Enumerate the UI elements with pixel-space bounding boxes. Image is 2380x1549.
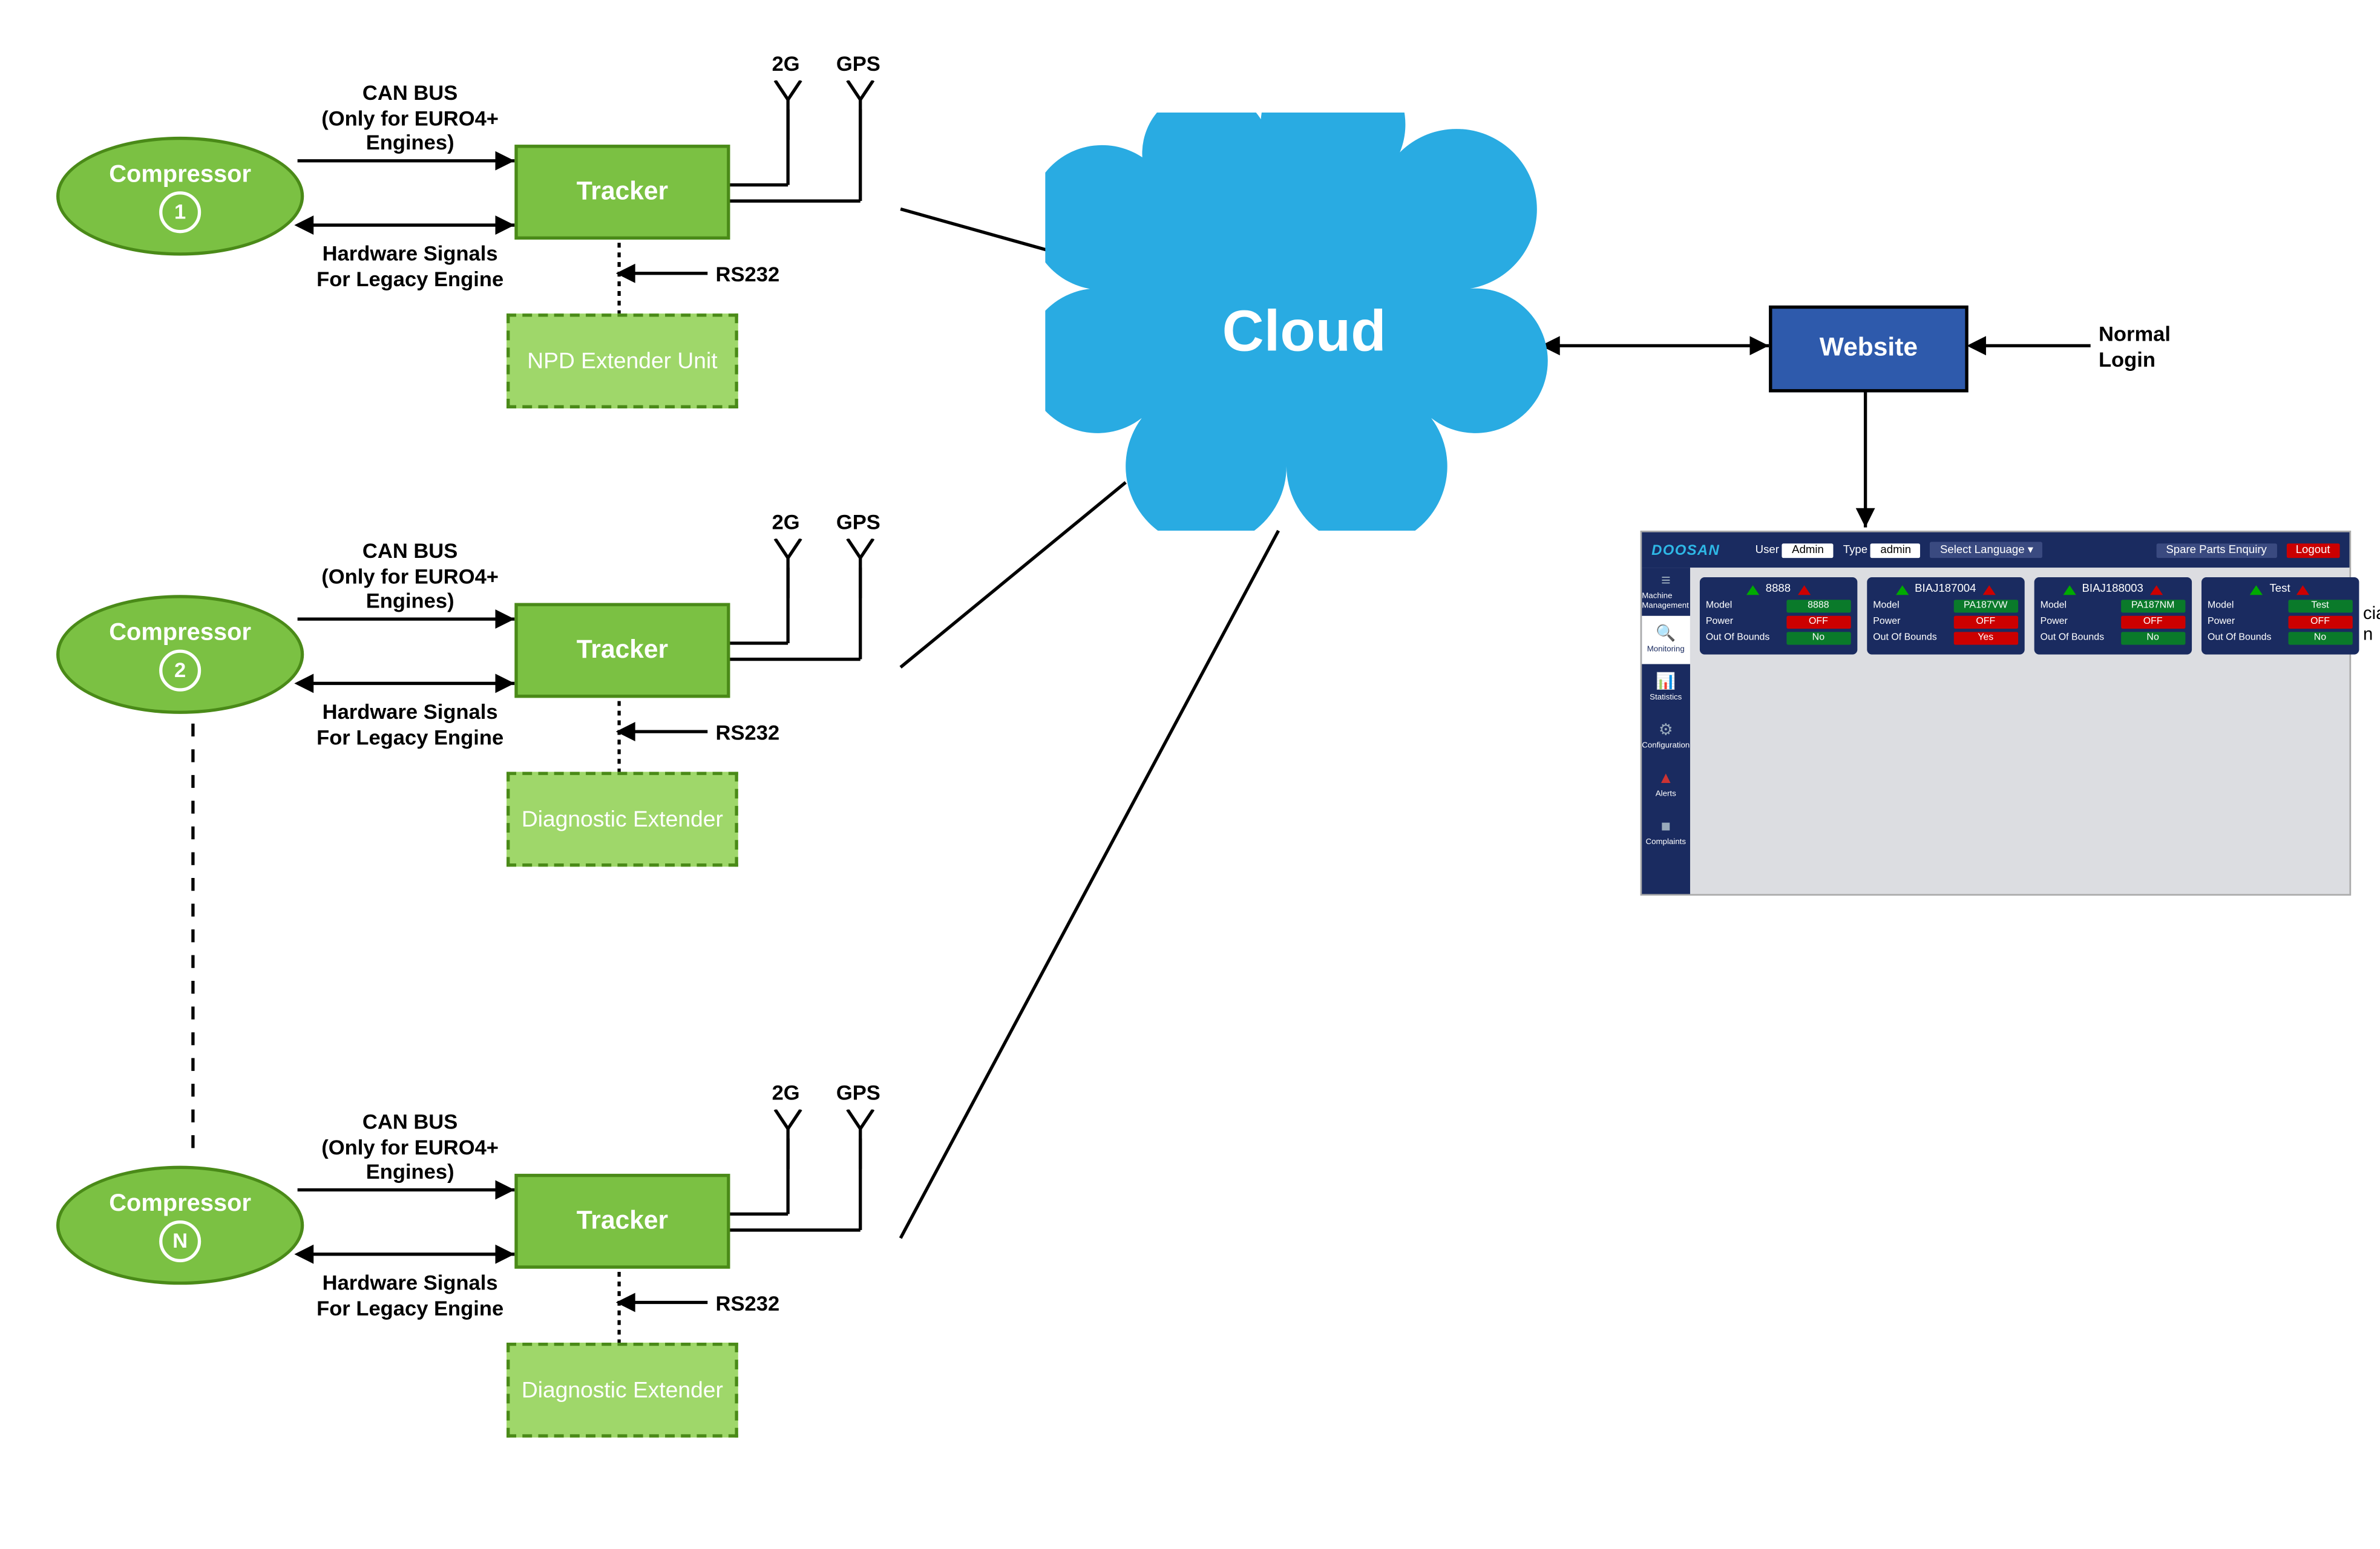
antenna-2g-icon <box>772 539 804 587</box>
antenna-2g-label: 2G <box>772 1081 800 1105</box>
antenna-gps-label: GPS <box>836 51 880 76</box>
dash-logout: Logout <box>2286 543 2340 557</box>
antenna-gps-icon <box>844 539 876 587</box>
compressor-node-2: Compressor2 <box>56 595 304 714</box>
extender-node: Diagnostic Extender <box>506 1343 738 1438</box>
rs232-label: RS232 <box>716 1291 780 1316</box>
dash-side-item: 📊Statistics <box>1642 664 1690 713</box>
tracker-node: Tracker <box>514 1174 730 1269</box>
dash-sidebar: ≡Machine Management🔍Monitoring📊Statistic… <box>1642 568 1690 894</box>
dash-logo: DOOSAN <box>1651 542 1720 558</box>
website-node: Website <box>1769 306 1969 393</box>
antenna-gps-label: GPS <box>836 509 880 534</box>
hw-signals-label: Hardware SignalsFor Legacy Engine <box>298 699 523 750</box>
dash-card: 8888Model8888PowerOFFOut Of BoundsNo <box>1699 577 1857 655</box>
antenna-gps-label: GPS <box>836 1081 880 1105</box>
login-label: NormalLogin <box>2099 321 2171 372</box>
antenna-2g-icon <box>772 80 804 129</box>
dash-side-item: 🔍Monitoring <box>1642 616 1690 664</box>
dash-card: TestModelTestPowerOFFOut Of BoundsNo <box>2201 577 2358 655</box>
dash-topbar: DOOSAN UserAdmin Typeadmin Select Langua… <box>1642 532 2349 568</box>
rs232-label: RS232 <box>716 721 780 745</box>
compressor-node-1: Compressor1 <box>56 137 304 256</box>
dash-side-item: ⚙Configuration <box>1642 712 1690 761</box>
dash-cards: 8888Model8888PowerOFFOut Of BoundsNoBIAJ… <box>1690 568 2368 894</box>
dashboard-preview: DOOSAN UserAdmin Typeadmin Select Langua… <box>1641 531 2352 896</box>
antenna-2g-label: 2G <box>772 509 800 534</box>
extender-node: Diagnostic Extender <box>506 772 738 867</box>
canbus-label: CAN BUS(Only for EURO4+Engines) <box>313 1110 506 1185</box>
dash-enquiry: Spare Parts Enquiry <box>2156 543 2276 557</box>
dash-cropped-text: cialn <box>2363 604 2380 647</box>
dash-side-item: ■Complaints <box>1642 809 1690 857</box>
hw-signals-label: Hardware SignalsFor Legacy Engine <box>298 241 523 292</box>
tracker-node: Tracker <box>514 603 730 698</box>
tracker-node: Tracker <box>514 145 730 240</box>
dash-card: BIAJ187004ModelPA187VWPowerOFFOut Of Bou… <box>1867 577 2024 655</box>
dash-lang: Select Language ▾ <box>1930 542 2043 558</box>
dash-side-item: ▲Alerts <box>1642 761 1690 809</box>
canbus-label: CAN BUS(Only for EURO4+Engines) <box>313 80 506 156</box>
rs232-label: RS232 <box>716 262 780 287</box>
extender-node: NPD Extender Unit <box>506 313 738 408</box>
antenna-gps-icon <box>844 1110 876 1158</box>
canbus-label: CAN BUS(Only for EURO4+Engines) <box>313 539 506 614</box>
antenna-2g-label: 2G <box>772 51 800 76</box>
cloud-label: Cloud <box>1222 298 1386 365</box>
dash-side-item: ≡Machine Management <box>1642 568 1690 616</box>
antenna-2g-icon <box>772 1110 804 1158</box>
dash-card: BIAJ188003ModelPA187NMPowerOFFOut Of Bou… <box>2034 577 2191 655</box>
hw-signals-label: Hardware SignalsFor Legacy Engine <box>298 1270 523 1320</box>
antenna-gps-icon <box>844 80 876 129</box>
compressor-node-N: CompressorN <box>56 1166 304 1285</box>
